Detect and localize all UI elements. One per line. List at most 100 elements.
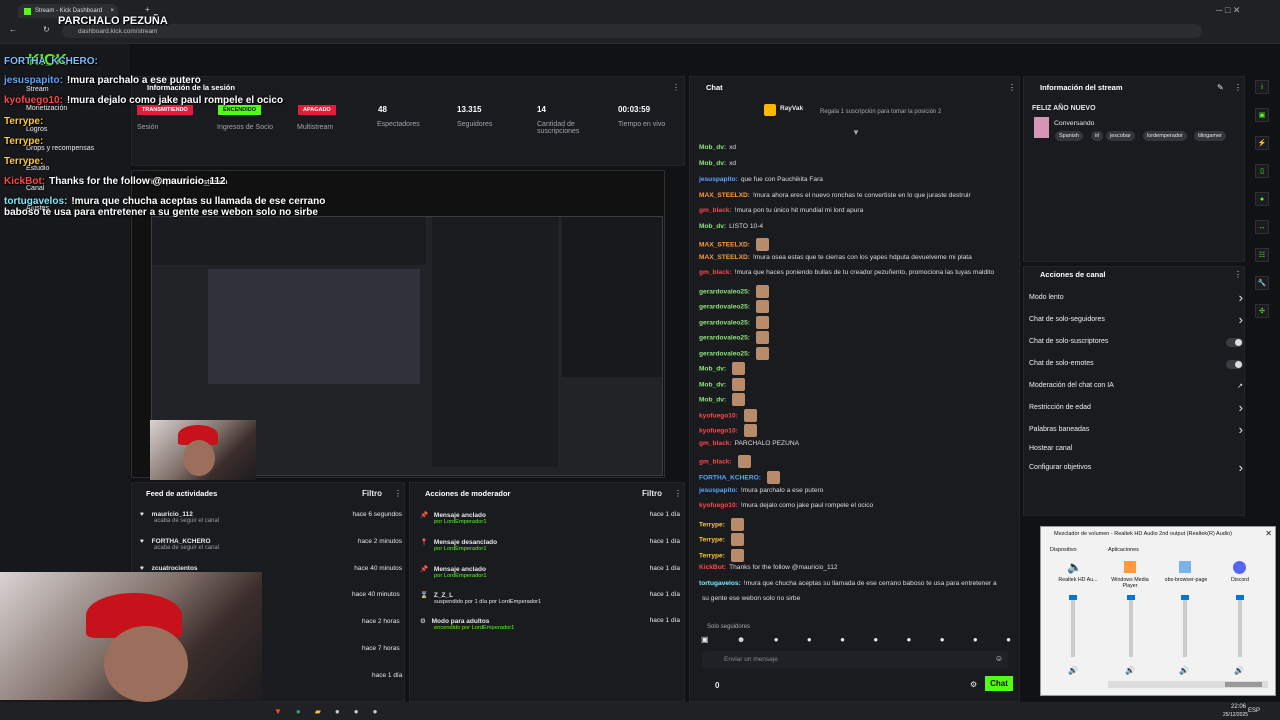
emote-icon[interactable]: ●	[907, 635, 912, 647]
emote-icon[interactable]: ●	[774, 635, 779, 647]
chat-username[interactable]: Mob_dv:	[699, 223, 726, 230]
chat-username[interactable]: FORTHA_KCHERO:	[699, 474, 761, 481]
volume-mixer-close-icon[interactable]: ✕	[1265, 529, 1272, 538]
external-link-icon[interactable]: ↗	[1237, 382, 1243, 390]
discord-volume-slider[interactable]	[1236, 595, 1244, 657]
emote-icon[interactable]: ●	[940, 635, 945, 647]
chat-username[interactable]: gerardovaleo25:	[699, 303, 750, 310]
activity-menu-icon[interactable]: ⋮	[394, 489, 402, 498]
app-icon[interactable]: ●	[354, 707, 359, 716]
chat-username[interactable]: gm_black:	[699, 458, 732, 465]
info-icon[interactable]: i	[1255, 80, 1269, 94]
chat-username[interactable]: KickBot:	[699, 564, 726, 571]
obs-mute-icon[interactable]: 🔊	[1179, 666, 1189, 675]
discord-mute-icon[interactable]: 🔊	[1234, 666, 1244, 675]
chat-input[interactable]: Enviar un mensaje ☺	[702, 651, 1008, 668]
app-icon[interactable]: ●	[373, 707, 378, 716]
chat-username[interactable]: gerardovaleo25:	[699, 350, 750, 357]
chat-username[interactable]: Terrype:	[699, 536, 725, 543]
tool-icon[interactable]: ☷	[1255, 248, 1269, 262]
media-player-volume-slider[interactable]	[1127, 595, 1135, 657]
session-menu-icon[interactable]: ⋮	[672, 83, 680, 92]
chat-username[interactable]: kyofuego10:	[699, 412, 738, 419]
channel-action-row[interactable]: Modo lento ›	[1029, 291, 1243, 304]
mod-icon[interactable]: ⚡	[1255, 136, 1269, 150]
chat-menu-icon[interactable]: ⋮	[1008, 83, 1016, 92]
window-controls[interactable]: ─ □ ✕	[1216, 5, 1240, 16]
chat-username[interactable]: gm_black:	[699, 269, 732, 276]
activity-filter-button[interactable]: Filtro	[362, 489, 382, 498]
media-player-mute-icon[interactable]: 🔊	[1125, 666, 1135, 675]
chevron-right-icon[interactable]: ›	[1239, 401, 1243, 414]
volume-thumb[interactable]	[1181, 595, 1189, 600]
chat-username[interactable]: tortugavelos:	[699, 580, 741, 587]
emote-icon[interactable]: ●	[973, 635, 978, 647]
emote-icon[interactable]: ●	[1006, 635, 1011, 647]
wrench-icon[interactable]: 🔧	[1255, 276, 1269, 290]
emote-icon[interactable]: ●	[807, 635, 812, 647]
channel-action-row[interactable]: Configurar objetivos ›	[1029, 461, 1243, 474]
apps-icon[interactable]: ✣	[1255, 304, 1269, 318]
chevron-right-icon[interactable]: ›	[1239, 313, 1243, 326]
chat-username[interactable]: Mob_dv:	[699, 365, 726, 372]
device-mute-icon[interactable]: 🔊	[1068, 666, 1078, 675]
arrows-icon[interactable]: ↔	[1255, 220, 1269, 234]
chat-username[interactable]: gerardovaleo25:	[699, 288, 750, 295]
channel-actions-menu-icon[interactable]: ⋮	[1234, 270, 1242, 279]
chat-username[interactable]: Terrype:	[699, 521, 725, 528]
stream-info-menu-icon[interactable]: ⋮	[1234, 83, 1242, 92]
emoji-icon[interactable]: ☺	[995, 654, 1003, 663]
chevron-right-icon[interactable]: ›	[1239, 423, 1243, 436]
chat-username[interactable]: Terrype:	[699, 552, 725, 559]
chevron-right-icon[interactable]: ›	[1239, 291, 1243, 304]
layout-icon[interactable]: ▣	[1255, 108, 1269, 122]
brave-icon[interactable]: ▼	[274, 707, 282, 716]
chat-username[interactable]: jesuspapito:	[699, 176, 738, 183]
chat-username[interactable]: kyofuego10:	[699, 502, 738, 509]
volume-thumb[interactable]	[1236, 595, 1244, 600]
chat-settings-icon[interactable]: ⚙	[970, 680, 977, 689]
chat-username[interactable]: MAX_STEELXD:	[699, 192, 750, 199]
mobile-icon[interactable]: ▯	[1255, 164, 1269, 178]
emote-icon[interactable]: ☻	[737, 635, 745, 647]
channel-action-row[interactable]: Chat de solo-seguidores ›	[1029, 313, 1243, 326]
channel-action-row[interactable]: Restricción de edad ›	[1029, 401, 1243, 414]
emote-icon[interactable]: ▣	[701, 635, 709, 647]
app-icon[interactable]: ●	[335, 707, 340, 716]
moderator-filter-button[interactable]: Filtro	[642, 489, 662, 498]
emote-icon[interactable]: ●	[873, 635, 878, 647]
toggle-switch[interactable]	[1226, 338, 1243, 347]
chat-username[interactable]: Mob_dv:	[699, 160, 726, 167]
chevron-right-icon[interactable]: ›	[1239, 461, 1243, 474]
emote-icon[interactable]: ●	[840, 635, 845, 647]
channel-action-row[interactable]: Moderación del chat con IA ↗	[1029, 382, 1243, 390]
volume-thumb[interactable]	[1127, 595, 1135, 600]
chat-username[interactable]: MAX_STEELXD:	[699, 254, 750, 261]
channel-action-row[interactable]: Chat de solo-suscriptores	[1029, 338, 1243, 347]
scrollbar-thumb[interactable]	[1225, 682, 1262, 687]
chat-username[interactable]: Mob_dv:	[699, 144, 726, 151]
chat-username[interactable]: gm_black:	[699, 207, 732, 214]
chat-username[interactable]: MAX_STEELXD:	[699, 241, 750, 248]
chat-username[interactable]: kyofuego10:	[699, 427, 738, 434]
chat-username[interactable]: gm_black:	[699, 440, 732, 447]
folder-icon[interactable]: ▰	[315, 707, 321, 716]
obs-volume-slider[interactable]	[1181, 595, 1189, 657]
toggle-switch[interactable]	[1226, 360, 1243, 369]
channel-action-row[interactable]: Chat de solo-emotes	[1029, 360, 1243, 369]
device-volume-slider[interactable]	[1069, 595, 1077, 657]
chat-icon[interactable]: ●	[1255, 192, 1269, 206]
chat-username[interactable]: gerardovaleo25:	[699, 334, 750, 341]
chat-send-button[interactable]: Chat	[985, 676, 1013, 691]
horizontal-scrollbar[interactable]	[1108, 681, 1268, 688]
chat-scroll-indicator[interactable]: ▼	[852, 128, 860, 137]
chat-username[interactable]: jesuspapito:	[699, 487, 738, 494]
chat-username[interactable]: Mob_dv:	[699, 381, 726, 388]
chat-username[interactable]: Mob_dv:	[699, 396, 726, 403]
channel-action-row[interactable]: Hostear canal	[1029, 445, 1243, 452]
chrome-icon[interactable]: ●	[296, 707, 301, 716]
chat-username[interactable]: gerardovaleo25:	[699, 319, 750, 326]
volume-thumb[interactable]	[1069, 595, 1077, 600]
moderator-menu-icon[interactable]: ⋮	[674, 489, 682, 498]
channel-action-row[interactable]: Palabras baneadas ›	[1029, 423, 1243, 436]
